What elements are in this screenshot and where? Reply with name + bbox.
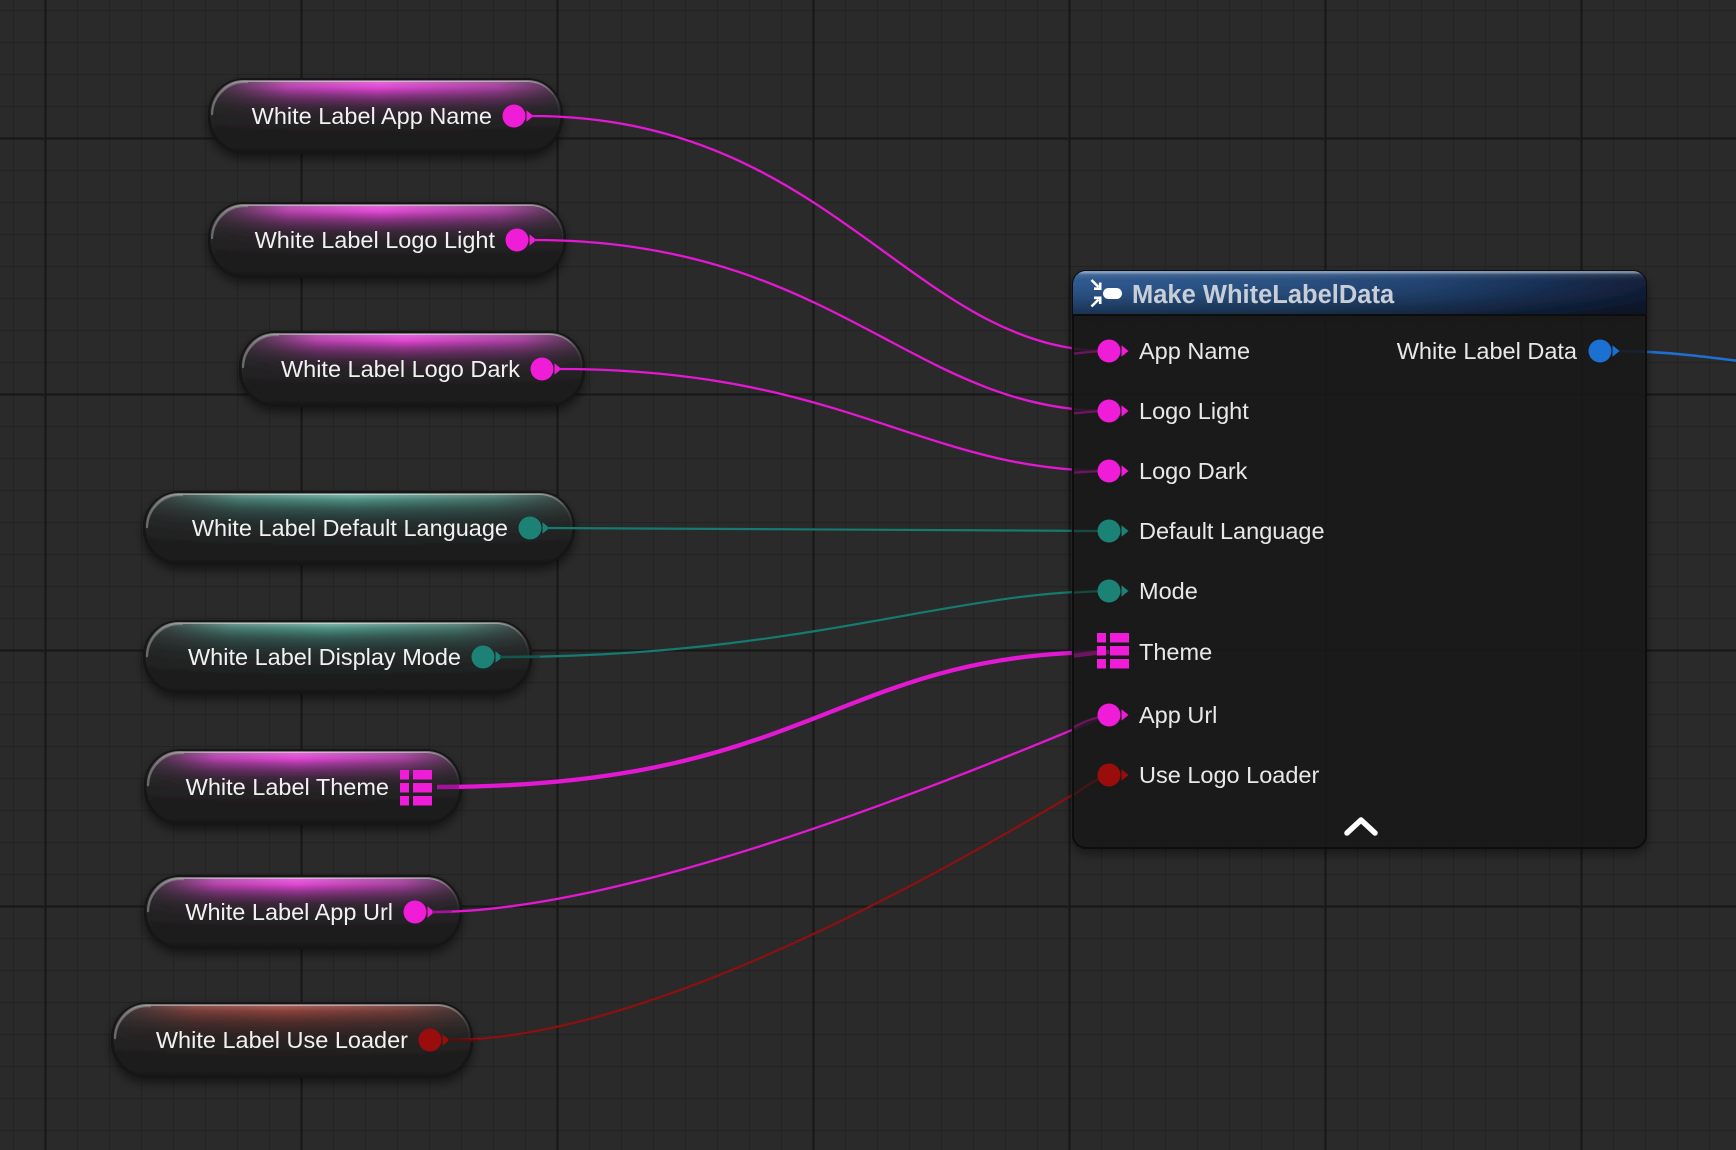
svg-text:White Label Use Loader: White Label Use Loader bbox=[156, 1027, 408, 1053]
svg-text:White Label Logo Light: White Label Logo Light bbox=[255, 227, 496, 253]
svg-text:Logo Light: Logo Light bbox=[1139, 398, 1249, 424]
svg-text:White Label App Url: White Label App Url bbox=[185, 899, 393, 925]
svg-text:Use Logo Loader: Use Logo Loader bbox=[1139, 762, 1319, 788]
svg-text:App Name: App Name bbox=[1139, 338, 1250, 364]
svg-text:White Label Data: White Label Data bbox=[1397, 338, 1578, 364]
svg-text:Theme: Theme bbox=[1139, 639, 1212, 665]
svg-text:White Label Display Mode: White Label Display Mode bbox=[188, 644, 461, 670]
svg-text:Default Language: Default Language bbox=[1139, 518, 1325, 544]
svg-text:Mode: Mode bbox=[1139, 578, 1198, 604]
svg-text:Logo Dark: Logo Dark bbox=[1139, 458, 1248, 484]
svg-text:Make WhiteLabelData: Make WhiteLabelData bbox=[1132, 281, 1395, 309]
svg-text:White Label App Name: White Label App Name bbox=[252, 103, 492, 129]
svg-text:White Label Theme: White Label Theme bbox=[186, 774, 389, 800]
svg-text:White Label Logo Dark: White Label Logo Dark bbox=[281, 356, 520, 382]
svg-text:White Label Default Language: White Label Default Language bbox=[192, 515, 508, 541]
svg-text:App Url: App Url bbox=[1139, 702, 1217, 728]
